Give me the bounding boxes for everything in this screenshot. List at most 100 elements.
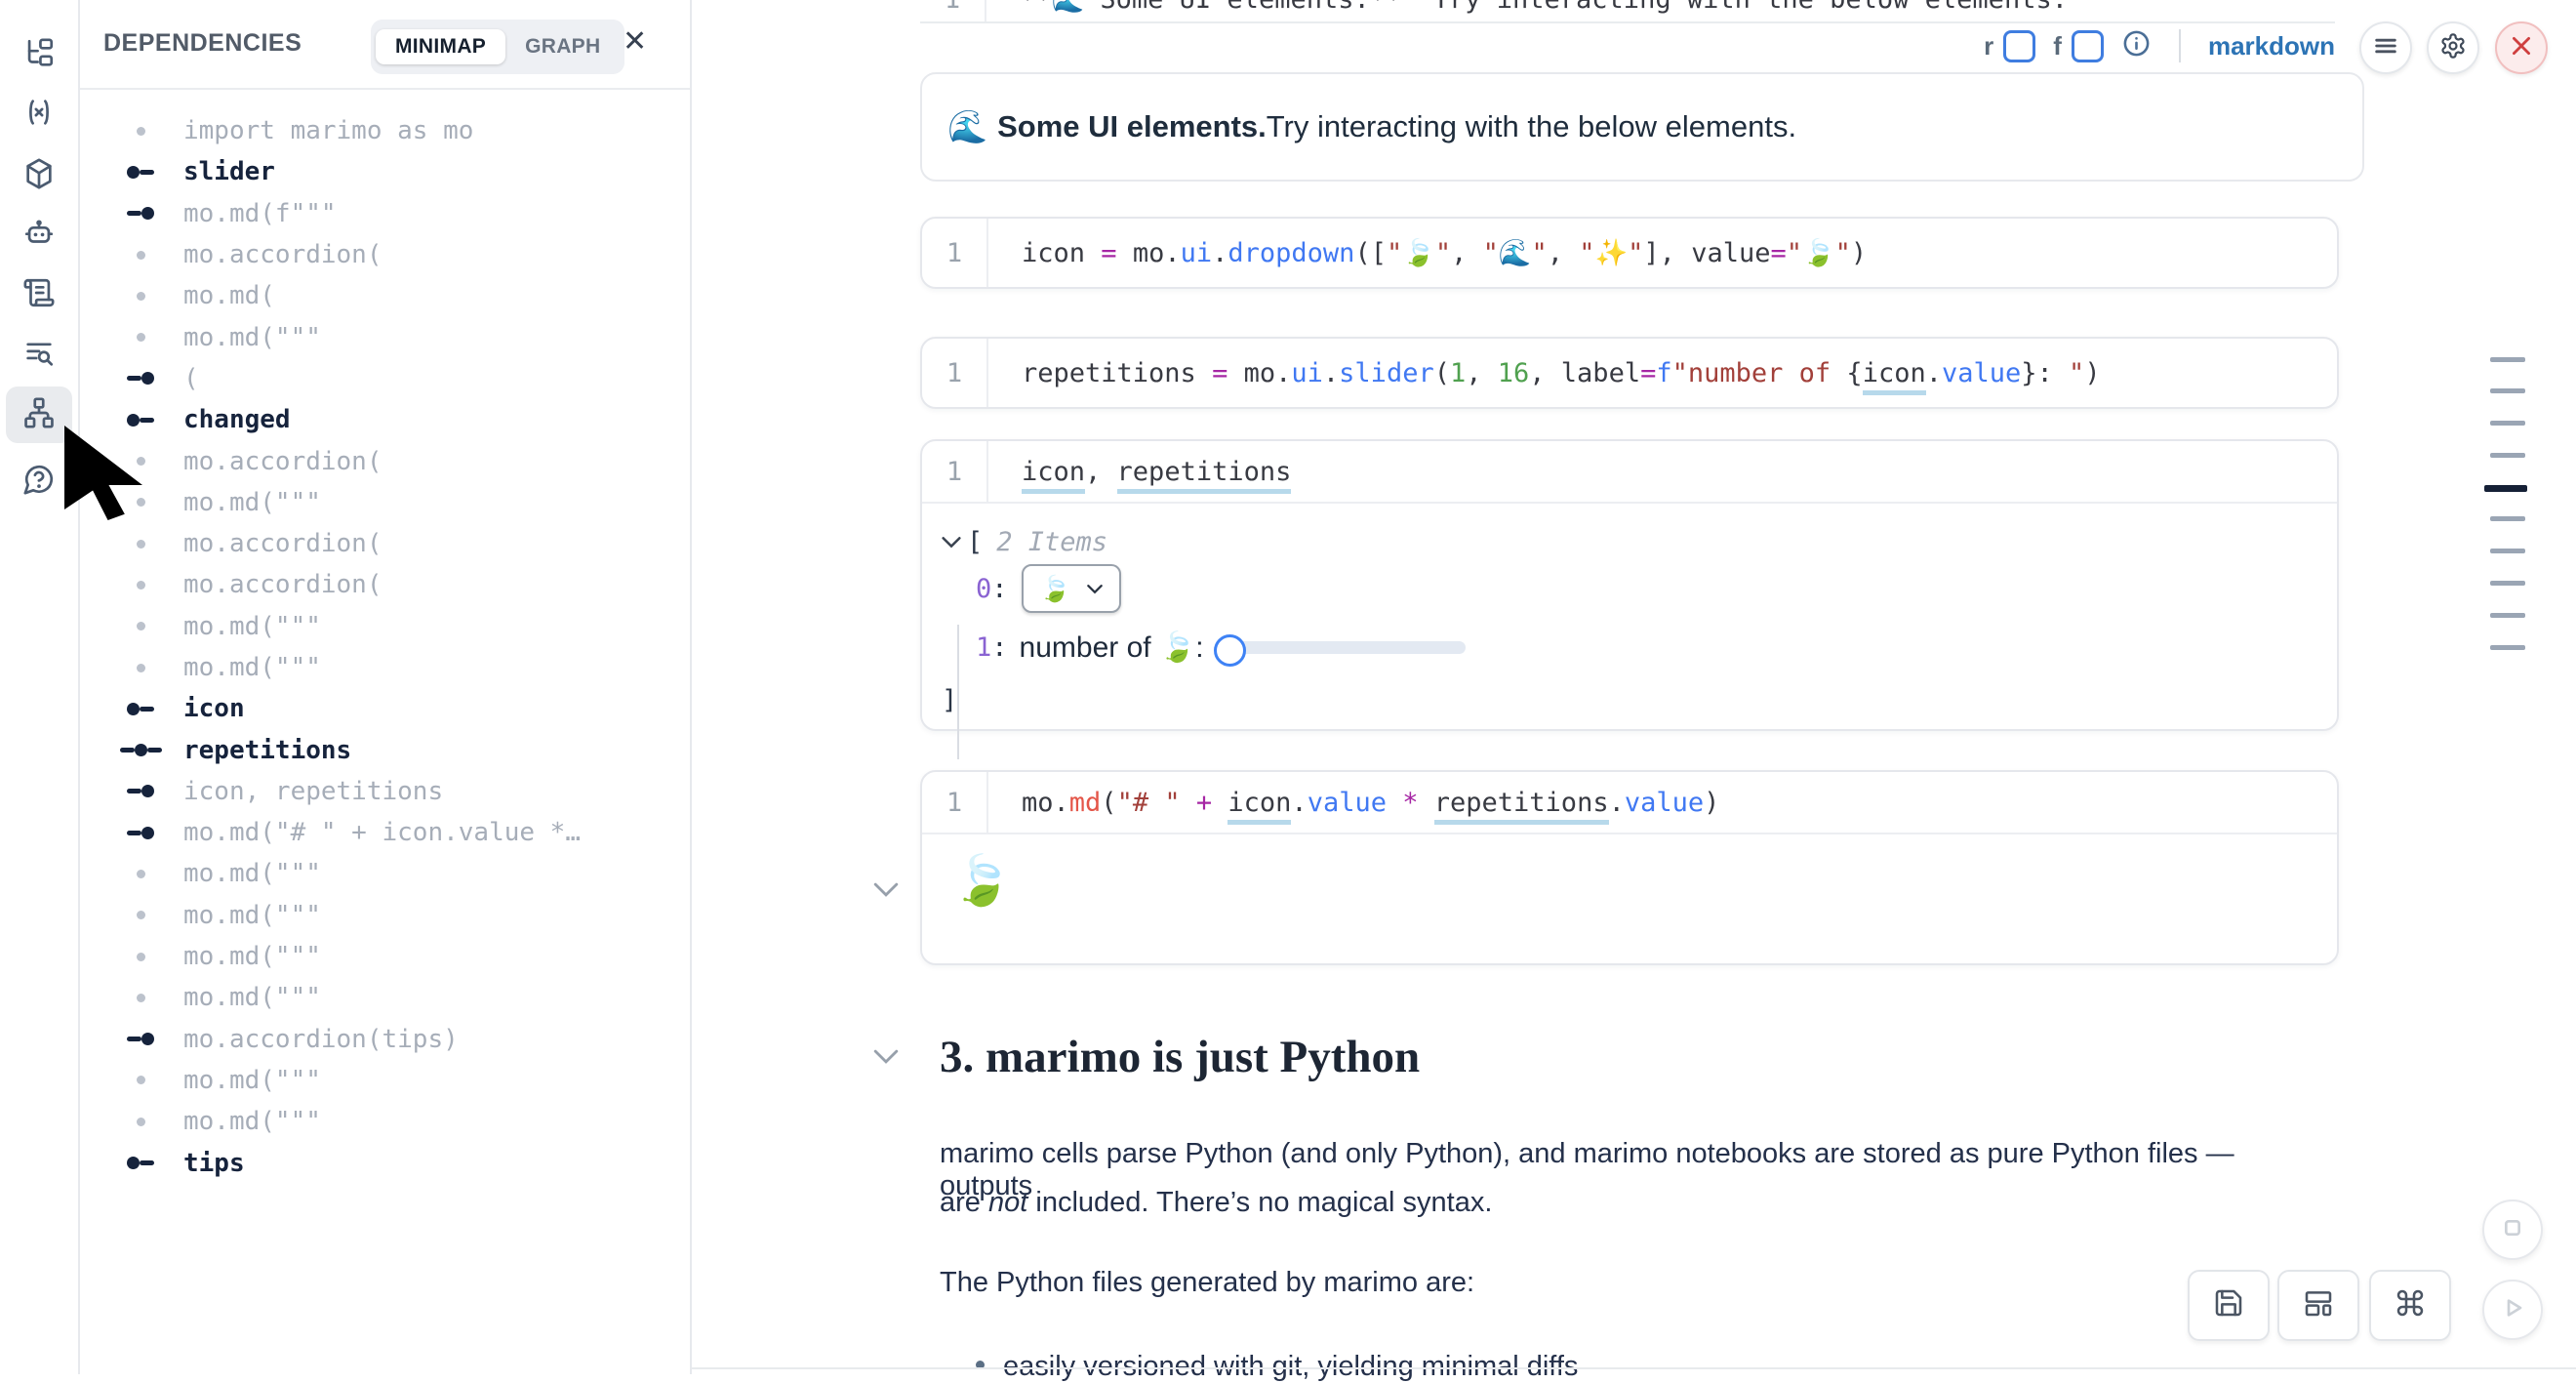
minimap-item-label: mo.md(""" (183, 1107, 321, 1136)
minimap-item[interactable]: mo.accordion( (78, 564, 690, 605)
minimap-item[interactable]: import marimo as mo (78, 110, 690, 151)
cell-mark[interactable] (2490, 516, 2525, 521)
minimap-item[interactable]: mo.md(""" (78, 316, 690, 357)
minimap-item[interactable]: icon (78, 688, 690, 729)
code-line[interactable]: icon, repetitions (988, 457, 1291, 487)
sidebar-item-packages[interactable] (0, 148, 78, 203)
minimap-item-label: mo.md("# " + icon.value *… (183, 818, 581, 847)
slider-widget[interactable] (1214, 634, 1466, 661)
dropdown-select[interactable]: 🍃 (1022, 564, 1121, 613)
sidebar-item-outline[interactable] (0, 328, 78, 383)
slider-thumb[interactable] (1214, 634, 1246, 667)
layout-button[interactable] (2277, 1270, 2359, 1341)
minimap-item[interactable]: mo.accordion( (78, 440, 690, 481)
snippets-icon (22, 276, 56, 314)
cell-mark[interactable] (2490, 357, 2525, 362)
minimap-item[interactable]: mo.md(""" (78, 482, 690, 523)
cell-mark[interactable] (2490, 421, 2525, 426)
close-panel-button[interactable]: ✕ (623, 25, 647, 59)
code-line[interactable]: icon = mo.ui.dropdown(["🍃", "🌊", "✨"], v… (988, 237, 1867, 268)
cell-node-icon (109, 703, 172, 715)
code-cell-md-leaf: 1 mo.md("# " + icon.value * repetitions.… (920, 770, 2339, 965)
paragraph-3: The Python files generated by marimo are… (940, 1267, 2325, 1299)
markdown-cell-editor-clipped[interactable]: 1 **🌊 Some UI elements.** Try interactin… (920, 0, 2335, 23)
ai-assistant-icon (22, 217, 56, 255)
cell-mark[interactable] (2490, 388, 2525, 393)
line-number: 1 (922, 219, 988, 287)
stop-button[interactable] (2482, 1200, 2543, 1260)
minimap-item[interactable]: mo.md(""" (78, 936, 690, 977)
minimap-item-label: repetitions (183, 736, 351, 765)
tab-graph[interactable]: GRAPH (505, 29, 620, 64)
cell-dot-icon (109, 1076, 172, 1084)
close-x-icon (2509, 33, 2534, 63)
gear-icon (2439, 32, 2467, 64)
minimap-item[interactable]: mo.md(""" (78, 606, 690, 647)
cell-dot-icon (109, 292, 172, 301)
cell-mark[interactable] (2490, 549, 2525, 553)
cell-mark[interactable] (2490, 645, 2525, 650)
file-tree-icon (22, 37, 56, 75)
minimap-item[interactable]: mo.accordion(tips) (78, 1019, 690, 1060)
info-icon[interactable] (2121, 28, 2152, 63)
outline-search-icon (22, 337, 56, 375)
help-icon (22, 463, 56, 501)
minimap-item[interactable]: changed (78, 399, 690, 440)
minimap-item[interactable]: mo.md( (78, 275, 690, 316)
shortcuts-button[interactable] (2369, 1270, 2451, 1341)
cell-mark[interactable] (2490, 453, 2525, 458)
minimap-item[interactable]: mo.md(""" (78, 895, 690, 936)
markdown-source-line[interactable]: **🌊 Some UI elements.** Try interacting … (986, 0, 2068, 15)
notebook-menu-button[interactable] (2359, 21, 2412, 74)
tree-root-row[interactable]: [ 2 Items (942, 527, 1107, 557)
minimap-item[interactable]: repetitions (78, 729, 690, 770)
minimap-item-label: mo.accordion( (183, 570, 382, 599)
tree-guide-line (957, 625, 959, 759)
minimap-item[interactable]: mo.md(""" (78, 1101, 690, 1142)
sidebar-item-file-tree[interactable] (0, 28, 78, 83)
cell-language-label[interactable]: markdown (2208, 31, 2335, 61)
tab-minimap[interactable]: MINIMAP (376, 29, 505, 64)
cell-node-icon (109, 827, 172, 839)
minimap-item[interactable]: mo.md("# " + icon.value *… (78, 812, 690, 853)
cell-mark[interactable] (2490, 581, 2525, 586)
r-checkbox[interactable] (2003, 30, 2035, 62)
sidebar-item-snippets[interactable] (0, 267, 78, 322)
f-toggle-label: f (2053, 31, 2062, 61)
code-line[interactable]: repetitions = mo.ui.slider(1, 16, label=… (988, 358, 2101, 388)
code-line[interactable]: mo.md("# " + icon.value * repetitions.va… (988, 788, 1719, 818)
sidebar-item-variables[interactable] (0, 87, 78, 142)
minimap-item-label: mo.accordion( (183, 447, 382, 476)
minimap-item[interactable]: tips (78, 1142, 690, 1183)
run-button[interactable] (2482, 1280, 2543, 1340)
collapse-chevron-icon[interactable] (873, 1048, 899, 1065)
cell-node-icon (109, 1033, 172, 1045)
cell-mark[interactable] (2490, 613, 2525, 618)
shutdown-button[interactable] (2495, 21, 2548, 74)
collapse-chevron-icon[interactable] (873, 881, 899, 898)
cell-toolbar: r f markdown (920, 23, 2429, 68)
save-button[interactable] (2188, 1270, 2270, 1341)
sidebar-item-ai-assistant[interactable] (0, 208, 78, 263)
minimap-item[interactable]: mo.accordion( (78, 523, 690, 564)
settings-button[interactable] (2427, 21, 2479, 74)
active-cell-mark[interactable] (2484, 485, 2527, 492)
minimap-item[interactable]: mo.md(""" (78, 647, 690, 688)
minimap-item[interactable]: ( (78, 358, 690, 399)
f-checkbox[interactable] (2072, 30, 2104, 62)
para2-italic: not (988, 1187, 1027, 1218)
minimap-item[interactable]: slider (78, 151, 690, 192)
minimap-item[interactable]: mo.md(""" (78, 853, 690, 894)
items-count-label: 2 Items (996, 527, 1107, 557)
slider-track[interactable] (1226, 641, 1466, 654)
chevron-down-icon (1087, 584, 1103, 594)
minimap-item[interactable]: mo.md(""" (78, 977, 690, 1018)
index-1: 1 (976, 632, 991, 663)
minimap-cell-list: import marimo as moslidermo.md(f"""mo.ac… (78, 110, 690, 1184)
minimap-item[interactable]: icon, repetitions (78, 771, 690, 812)
minimap-item[interactable]: mo.md(""" (78, 1060, 690, 1101)
minimap-item-label: import marimo as mo (183, 116, 473, 145)
minimap-item[interactable]: mo.md(f""" (78, 193, 690, 234)
mouse-cursor (64, 426, 162, 545)
minimap-item[interactable]: mo.accordion( (78, 234, 690, 275)
